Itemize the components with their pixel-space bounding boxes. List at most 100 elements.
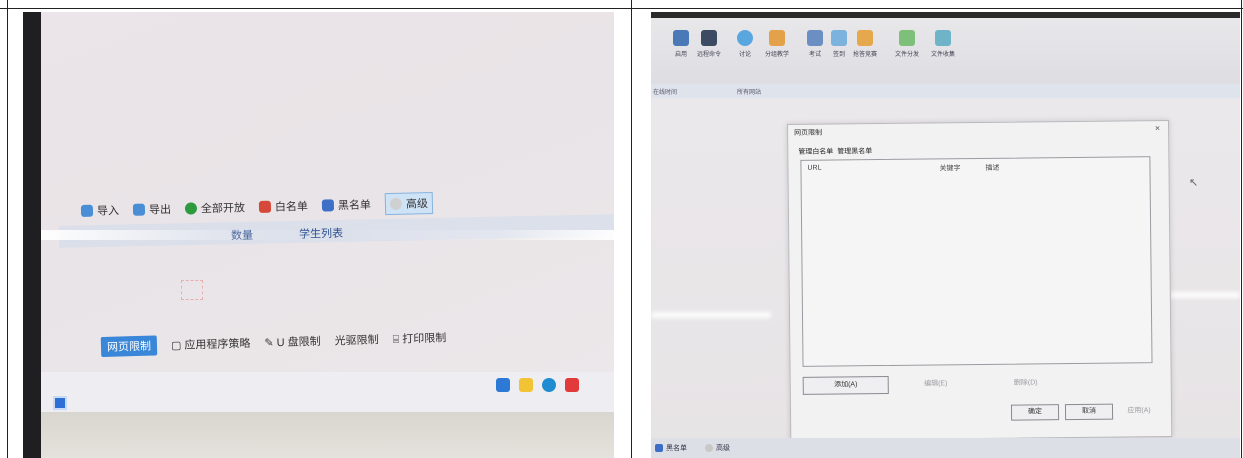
dialog-title: 网页限制 — [794, 129, 823, 137]
mouse-cursor-icon: ↖ — [1189, 177, 1199, 189]
right-subtabs: 在线时间 所有网站 — [651, 84, 1240, 98]
left-toolbar: 导入 导出 全部开放 白名单 黑名单 高级 — [80, 192, 434, 222]
tab-manage-whitelist[interactable]: 管理白名单 — [798, 147, 833, 157]
tab-app-policy[interactable]: ▢ 应用程序策略 — [171, 335, 251, 353]
usb-icon: ✎ — [264, 337, 277, 350]
open-all-button[interactable]: 全部开放 — [184, 196, 246, 219]
toolbar-file-collect[interactable]: 文件收集 — [931, 30, 955, 58]
column-description[interactable]: 描述 — [985, 163, 999, 173]
toolbar-file-distribute-label: 文件分发 — [895, 52, 920, 58]
toolbar-file-distribute[interactable]: 文件分发 — [895, 30, 919, 58]
blacklist-icon — [655, 444, 663, 452]
group-teaching-icon — [769, 30, 785, 46]
print-label: 打印限制 — [402, 332, 447, 346]
whitelist-button[interactable]: 白名单 — [258, 195, 309, 218]
cell-border-left — [7, 0, 8, 458]
toolbar-remote-command[interactable]: 远程命令 — [697, 30, 721, 58]
cell-border-right — [1241, 0, 1242, 458]
app-policy-icon: ▢ — [170, 339, 185, 353]
add-button[interactable]: 添加(A) — [802, 375, 889, 395]
advanced-icon — [705, 444, 713, 452]
blacklist-icon — [321, 199, 335, 212]
tab-print-restriction[interactable]: ⌸ 打印限制 — [392, 329, 446, 346]
cell-border-middle — [631, 0, 632, 458]
toolbar-group-teaching-label: 分组教学 — [765, 52, 790, 58]
faint-mark — [181, 280, 203, 300]
tab-usb-restriction[interactable]: ✎ U 盘限制 — [264, 333, 321, 351]
left-photo: 导入 导出 全部开放 白名单 黑名单 高级 网页限制 ▢ 应用程序策略 ✎ U … — [23, 12, 614, 458]
web-restriction-dialog: 网页限制 × 管理白名单 管理黑名单 URL 关键字 描述 添加(A) 编辑(E… — [787, 119, 1173, 441]
export-label: 导出 — [148, 203, 172, 217]
footer-blacklist-label: 黑名单 — [666, 445, 687, 452]
column-url[interactable]: URL — [807, 165, 821, 172]
left-screen: 导入 导出 全部开放 白名单 黑名单 高级 网页限制 ▢ 应用程序策略 ✎ U … — [41, 12, 614, 412]
ok-button[interactable]: 确定 — [1010, 404, 1060, 421]
url-list-table[interactable]: URL 关键字 描述 — [800, 156, 1153, 367]
toolbar-enable-label: 启用 — [674, 52, 687, 58]
dialog-tabs: 管理白名单 管理黑名单 — [798, 146, 872, 157]
toolbar-group-teaching[interactable]: 分组教学 — [765, 30, 789, 58]
toolbar-discuss[interactable]: 讨论 — [737, 30, 753, 58]
cancel-button[interactable]: 取消 — [1064, 403, 1114, 421]
export-icon — [132, 203, 146, 216]
footer-advanced[interactable]: 高级 — [705, 443, 730, 453]
edit-button[interactable]: 编辑(E) — [901, 378, 971, 389]
taskbar — [41, 372, 614, 412]
toolbar-quiz-label: 抢答竞赛 — [853, 52, 878, 58]
toolbar-discuss-label: 讨论 — [738, 52, 751, 58]
file-distribute-icon — [899, 30, 915, 46]
toolbar-remote-command-label: 远程命令 — [697, 52, 722, 58]
table-top-border — [0, 8, 1243, 9]
edge-browser-icon[interactable] — [542, 378, 556, 392]
toolbar-file-collect-label: 文件收集 — [931, 52, 956, 58]
wps-icon[interactable] — [565, 378, 579, 392]
windows-start-icon[interactable] — [496, 378, 510, 392]
usb-label: U 盘限制 — [276, 335, 321, 350]
toolbar-quiz[interactable]: 抢答竞赛 — [853, 30, 877, 58]
glare-left — [651, 312, 771, 318]
import-icon — [80, 204, 94, 217]
monitor-bezel — [23, 12, 41, 458]
open-all-icon — [184, 202, 198, 215]
file-explorer-icon[interactable] — [519, 378, 533, 392]
restriction-tabs: 网页限制 ▢ 应用程序策略 ✎ U 盘限制 光驱限制 ⌸ 打印限制 — [100, 327, 447, 357]
toolbar-exam-label: 考试 — [808, 52, 821, 58]
tab-cd-restriction[interactable]: 光驱限制 — [334, 331, 379, 348]
import-button[interactable]: 导入 — [80, 199, 120, 222]
panel-icon[interactable] — [53, 396, 67, 410]
screen-glare — [41, 230, 614, 240]
footer-advanced-label: 高级 — [716, 445, 730, 452]
subtab-online-time[interactable]: 在线时间 — [653, 87, 677, 96]
toolbar-enable[interactable]: 启用 — [673, 30, 689, 58]
toolbar-signin-label: 签到 — [832, 52, 845, 58]
right-footer: 黑名单 高级 — [651, 438, 1240, 458]
enable-icon — [673, 30, 689, 46]
right-photo: 启用 远程命令 讨论 分组教学 考试 签到 抢答竞赛 文件分发 文件收集 在线时… — [651, 12, 1240, 458]
subtab-all-sites[interactable]: 所有网站 — [737, 87, 761, 96]
file-collect-icon — [935, 30, 951, 46]
column-keyword[interactable]: 关键字 — [939, 163, 960, 173]
blacklist-label: 黑名单 — [337, 199, 372, 213]
advanced-label: 高级 — [405, 198, 429, 211]
close-icon[interactable]: × — [1155, 123, 1160, 133]
toolbar-signin[interactable]: 签到 — [831, 30, 847, 58]
exam-icon — [807, 30, 823, 46]
remote-command-icon — [701, 30, 717, 46]
advanced-icon — [389, 197, 403, 210]
toolbar-exam[interactable]: 考试 — [807, 30, 823, 58]
discuss-icon — [737, 30, 753, 46]
whitelist-icon — [258, 200, 272, 213]
blacklist-button[interactable]: 黑名单 — [321, 193, 372, 216]
export-button[interactable]: 导出 — [132, 198, 172, 221]
open-all-label: 全部开放 — [200, 202, 246, 216]
desk-surface — [41, 412, 614, 458]
tab-web-restriction[interactable]: 网页限制 — [100, 335, 158, 357]
import-label: 导入 — [96, 205, 120, 218]
apply-button[interactable]: 应用(A) — [1119, 405, 1159, 415]
tab-manage-blacklist[interactable]: 管理黑名单 — [837, 146, 872, 156]
advanced-button[interactable]: 高级 — [384, 192, 434, 216]
whitelist-label: 白名单 — [274, 200, 309, 214]
footer-blacklist[interactable]: 黑名单 — [655, 443, 687, 453]
delete-button[interactable]: 删除(D) — [991, 377, 1061, 388]
right-toolbar: 启用 远程命令 讨论 分组教学 考试 签到 抢答竞赛 文件分发 文件收集 — [651, 18, 1240, 84]
